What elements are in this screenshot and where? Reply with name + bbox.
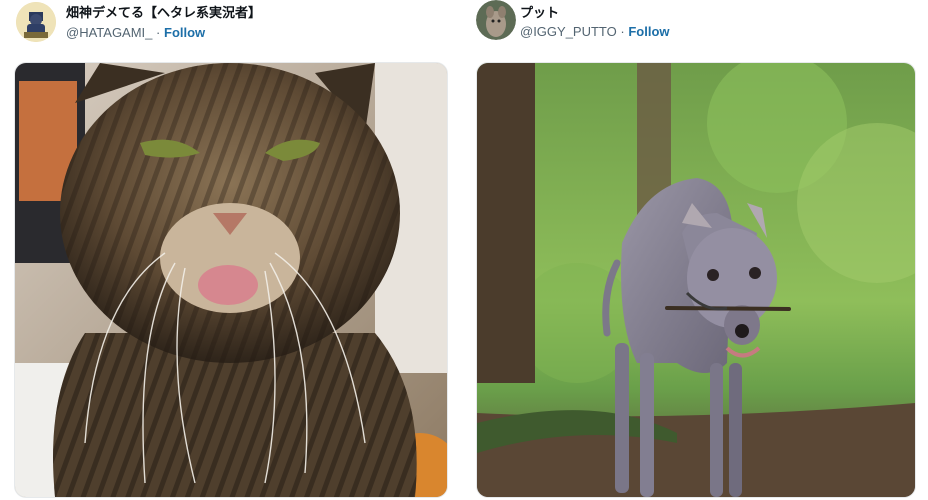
separator-dot: · [620, 24, 625, 39]
avatar[interactable] [16, 2, 56, 42]
handle-follow-line: @IGGY_PUTTO · Follow [520, 24, 670, 40]
avatar-image [476, 0, 516, 40]
handle[interactable]: @HATAGAMI_ [66, 25, 152, 40]
avatar-image [16, 2, 56, 42]
follow-button[interactable]: Follow [164, 25, 205, 40]
tweet-media-image[interactable] [14, 62, 448, 498]
display-name[interactable]: 畑神デメてる【ヘタレ系実況者】 [66, 5, 261, 21]
dog-photo [477, 63, 915, 497]
tweet-card: 畑神デメてる【ヘタレ系実況者】 @HATAGAMI_ · Follow [0, 0, 464, 500]
handle[interactable]: @IGGY_PUTTO [520, 24, 617, 39]
tweet-card: プット @IGGY_PUTTO · Follow [464, 0, 928, 500]
handle-follow-line: @HATAGAMI_ · Follow [66, 25, 205, 41]
follow-button[interactable]: Follow [628, 24, 669, 39]
tweet-media-image[interactable] [476, 62, 916, 498]
avatar[interactable] [476, 0, 516, 40]
cat-photo [15, 63, 447, 497]
separator-dot: · [156, 25, 161, 40]
display-name[interactable]: プット [520, 5, 559, 21]
